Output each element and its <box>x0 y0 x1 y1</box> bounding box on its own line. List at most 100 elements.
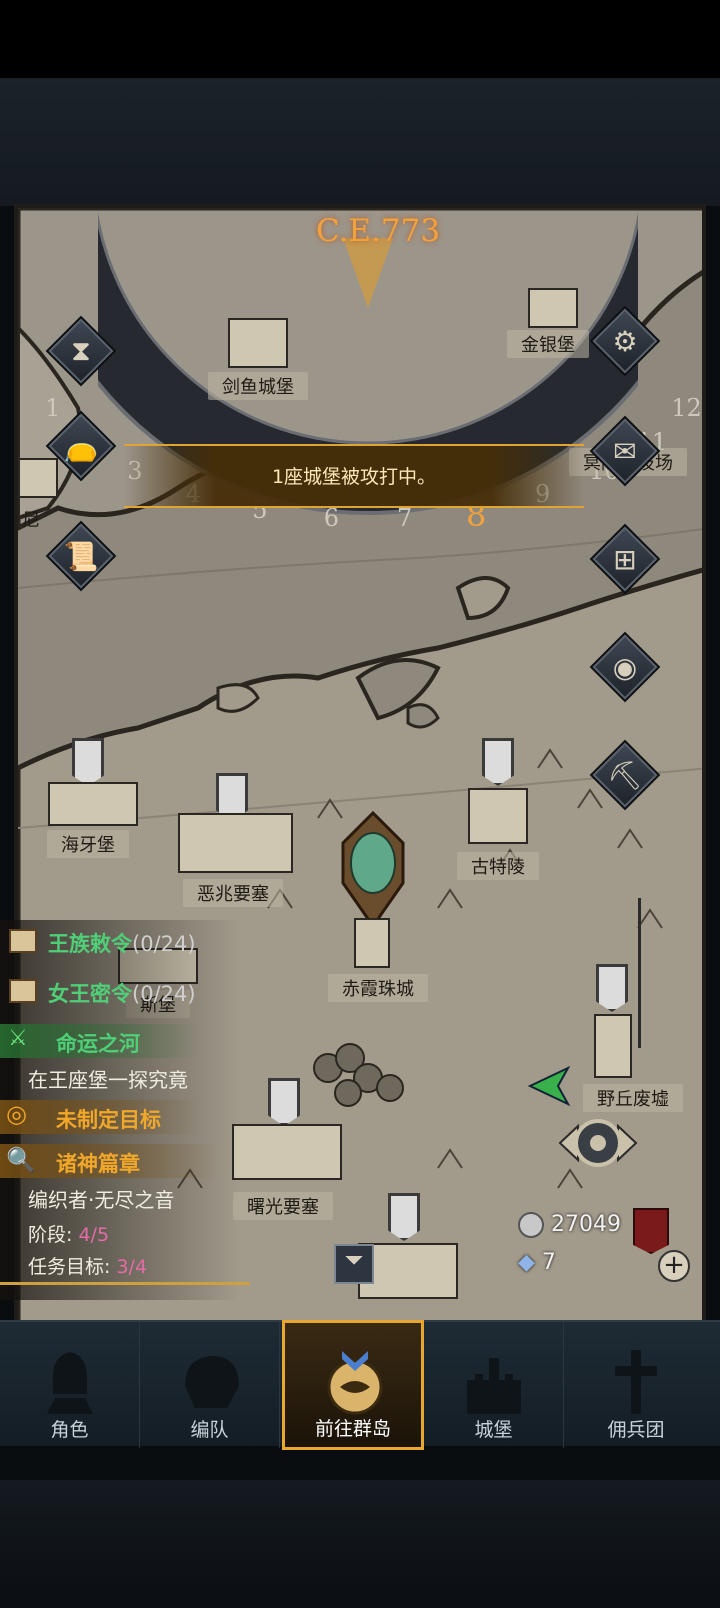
castle-keep <box>48 782 138 826</box>
knight-helmet-marker[interactable] <box>338 808 408 928</box>
crystal-currency[interactable]: ◆ 7 <box>518 1250 556 1275</box>
castle-keep <box>354 918 390 968</box>
castle-evil-omen[interactable]: 恶兆要塞 <box>168 773 298 907</box>
crystal-icon: ◆ <box>518 1250 535 1275</box>
scroll-icon: 📜 <box>63 539 99 573</box>
swords-icon: ⚔ <box>8 1026 28 1051</box>
status-bar-area <box>0 0 720 78</box>
attack-notice-banner[interactable]: 1座城堡被攻打中。 <box>124 444 584 508</box>
quest-no-goal[interactable]: 未制定目标 <box>56 1104 161 1134</box>
goal-value: 3/4 <box>116 1256 148 1278</box>
coin-icon: ◉ <box>612 650 638 684</box>
castle-banner <box>268 1078 300 1126</box>
castle-icon <box>467 1358 521 1414</box>
mail-button[interactable]: ✉ <box>589 415 661 487</box>
nav-formation[interactable]: 编队 <box>140 1322 280 1448</box>
quest-panel: 王族敕令(0/24) 女王密令(0/24) ⚔ 命运之河 在王座堡一探究竟 ◎ … <box>0 920 250 1300</box>
bag-button[interactable]: 👝 <box>45 410 117 482</box>
silver-amount: 27049 <box>551 1212 621 1237</box>
quest-river-desc: 在王座堡一探究竟 <box>28 1068 188 1092</box>
quest-title: 女王密令 <box>48 982 132 1006</box>
castle-name: 海牙堡 <box>47 830 129 858</box>
nav-label: 前往群岛 <box>314 1418 391 1440</box>
castle-name: 尼 <box>22 510 40 531</box>
quest-queen-order[interactable]: 女王密令(0/24) <box>48 978 196 1008</box>
castle-name: 曙光要塞 <box>233 1192 333 1220</box>
castle-keep <box>178 813 293 873</box>
scroll-icon <box>6 924 40 958</box>
castle-banner <box>72 738 104 786</box>
grid-icon: ⊞ <box>613 542 637 576</box>
collapse-icon[interactable]: ⏷ <box>334 1244 374 1284</box>
nav-label: 角色 <box>50 1419 89 1441</box>
plus-icon[interactable]: + <box>658 1250 690 1282</box>
silver-coin-icon <box>518 1212 544 1238</box>
coin-button[interactable]: ◉ <box>589 631 661 703</box>
quest-goal: 任务目标: 3/4 <box>28 1252 147 1279</box>
nav-castle[interactable]: 城堡 <box>424 1322 564 1448</box>
nav-label: 城堡 <box>474 1419 513 1441</box>
grid-button[interactable]: ⊞ <box>589 523 661 595</box>
target-icon: ◎ <box>6 1100 27 1128</box>
attack-notice-text: 1座城堡被攻打中。 <box>271 466 437 488</box>
castle-name: 赤霞珠城 <box>328 974 428 1002</box>
castle-name: 古特陵 <box>457 852 539 880</box>
magnifier-icon: 🔍 <box>6 1146 36 1174</box>
dig-icon: ⛏ <box>607 758 643 792</box>
nav-label: 编队 <box>190 1419 229 1441</box>
castle-keep <box>528 288 578 328</box>
castle-banner <box>482 738 514 786</box>
scroll-button[interactable]: 📜 <box>45 520 117 592</box>
quest-divider <box>0 1282 250 1285</box>
nav-mercenary[interactable]: 佣兵团 <box>566 1322 706 1448</box>
castle-swordfish[interactable]: 剑鱼城堡 <box>208 308 308 408</box>
quest-river-of-fate[interactable]: 命运之河 <box>56 1028 140 1058</box>
gear-icon: ⚙ <box>612 324 638 358</box>
locate-icon <box>558 1119 638 1167</box>
locate-button[interactable] <box>548 1108 648 1178</box>
castle-gold-silver[interactable]: 金银堡 <box>498 268 598 368</box>
castle-gutelin[interactable]: 古特陵 <box>448 738 548 888</box>
castle-name: 恶兆要塞 <box>183 879 283 907</box>
castle-banner <box>388 1193 420 1241</box>
silver-currency[interactable]: 27049 <box>518 1212 621 1238</box>
quest-progress: (0/24) <box>132 982 196 1006</box>
castle-banner <box>596 964 628 1012</box>
quest-progress: (0/24) <box>132 932 196 956</box>
knight-icon <box>47 1352 93 1414</box>
stage-label: 阶段: <box>28 1224 73 1246</box>
castle-name: 金银堡 <box>507 330 589 358</box>
green-chevron-icon <box>527 1065 578 1107</box>
flag-pole <box>638 898 641 1048</box>
quest-gods-chapter[interactable]: 诸神篇章 <box>56 1148 140 1178</box>
compass-icon <box>327 1351 383 1415</box>
mail-icon: ✉ <box>613 434 637 468</box>
nav-go-islands[interactable]: 前往群岛 <box>282 1320 424 1450</box>
mercenary-icon <box>615 1350 657 1414</box>
hourglass-icon: ⧗ <box>71 334 91 367</box>
bag-icon: 👝 <box>63 429 99 463</box>
castle-wild-hill-ruins[interactable]: 野丘废墟 <box>578 898 688 1118</box>
stage-value: 4/5 <box>78 1224 110 1246</box>
dig-button[interactable]: ⛏ <box>589 739 661 811</box>
nav-character[interactable]: 角色 <box>0 1322 140 1448</box>
castle-keep <box>232 1124 342 1180</box>
quest-title: 王族敕令 <box>48 932 132 956</box>
castle-name: 剑鱼城堡 <box>208 372 308 400</box>
quest-gods-subtitle: 编织者·无尽之音 <box>28 1188 175 1212</box>
castle-keep <box>468 788 528 844</box>
castle-red-pearl[interactable]: 赤霞珠城 <box>318 808 438 1008</box>
nav-label: 佣兵团 <box>607 1419 665 1441</box>
quest-stage: 阶段: 4/5 <box>28 1220 109 1247</box>
castle-keep <box>228 318 288 368</box>
bottom-frame <box>0 1480 720 1608</box>
helmet-icon <box>185 1356 239 1408</box>
castle-sea-fang[interactable]: 海牙堡 <box>28 738 148 868</box>
settings-button[interactable]: ⚙ <box>589 305 661 377</box>
hourglass-button[interactable]: ⧗ <box>45 315 117 387</box>
bottom-navigation: 角色 编队 前往群岛 城堡 佣兵团 <box>0 1320 720 1450</box>
quest-royal-decree[interactable]: 王族敕令(0/24) <box>48 928 196 958</box>
crystal-amount: 7 <box>541 1250 556 1275</box>
top-frame <box>0 78 720 206</box>
goal-label: 任务目标: <box>28 1256 111 1278</box>
